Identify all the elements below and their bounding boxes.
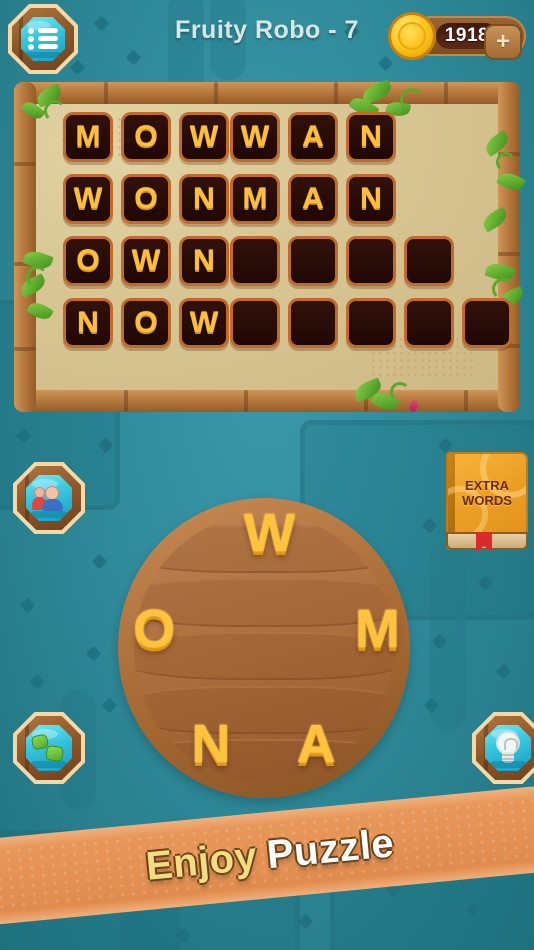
empty-tile (346, 298, 396, 348)
empty-tile (288, 236, 338, 286)
letter-tile: O (121, 298, 171, 348)
letter-tile: N (346, 112, 396, 162)
friends-button-gem (26, 475, 72, 521)
letter-tile: O (63, 236, 113, 286)
tile-letter: M (75, 120, 101, 153)
letter-tile: N (63, 298, 113, 348)
letter-tile: N (346, 174, 396, 224)
tile-letter: W (189, 120, 219, 153)
wheel-letter[interactable]: O (133, 602, 175, 656)
tile-letter: W (73, 182, 103, 215)
friends-icon (32, 485, 66, 511)
word-board: MOWWANWONMANOWNNOW (14, 79, 526, 415)
letter-tile: W (121, 236, 171, 286)
empty-tile (230, 298, 280, 348)
wheel-letter[interactable]: A (297, 717, 336, 771)
empty-tile (346, 236, 396, 286)
lightbulb-icon (493, 731, 523, 765)
letter-tile: N (179, 174, 229, 224)
tile-letter: O (134, 306, 158, 339)
tile-letter: N (360, 182, 382, 215)
empty-tile (404, 298, 454, 348)
letter-tile: W (179, 112, 229, 162)
letter-tile: N (179, 236, 229, 286)
letter-tile: O (121, 112, 171, 162)
tile-letter: N (193, 182, 215, 215)
add-coins-button[interactable]: + (484, 24, 522, 60)
letter-tile: A (288, 174, 338, 224)
empty-tile (288, 298, 338, 348)
letter-tile: W (179, 298, 229, 348)
empty-tile (230, 236, 280, 286)
wheel-letter[interactable]: N (191, 717, 230, 771)
tile-letter: A (302, 182, 324, 215)
tile-letter: W (240, 120, 270, 153)
wheel-letter[interactable]: M (355, 602, 400, 656)
empty-tile (462, 298, 512, 348)
tile-letter: W (189, 306, 219, 339)
gems-button-gem (26, 725, 72, 771)
banner-word-2: Puzzle (264, 820, 396, 877)
tile-letter: N (360, 120, 382, 153)
tile-letter: O (134, 120, 158, 153)
tile-letter: O (76, 244, 100, 277)
book-label-line2: WORDS (462, 493, 512, 508)
tile-letter: W (131, 244, 161, 277)
friends-button[interactable] (13, 462, 85, 534)
tile-letter: O (134, 182, 158, 215)
letter-tile: A (288, 112, 338, 162)
hint-button[interactable] (472, 712, 534, 784)
letter-tile: O (121, 174, 171, 224)
book-label-line1: EXTRA (464, 478, 510, 493)
letter-tile: W (63, 174, 113, 224)
coin-counter[interactable]: 1918 + (388, 12, 526, 60)
banner-word-1: Enjoy (143, 833, 260, 889)
hint-button-gem (485, 725, 531, 771)
coin-amount: 1918 (444, 25, 490, 46)
wheel-letter[interactable]: W (244, 506, 295, 560)
tile-letter: M (242, 182, 268, 215)
game-header: Fruity Robo - 7 1918 + (0, 0, 534, 75)
letter-tile: M (230, 174, 280, 224)
letter-wheel[interactable]: W M A N O (118, 498, 410, 798)
extra-words-button[interactable]: EXTRA WORDS (446, 452, 528, 552)
coin-icon (388, 12, 436, 60)
empty-tile (404, 236, 454, 286)
letter-tile: M (63, 112, 113, 162)
tile-letter: N (193, 244, 215, 277)
letter-tile: W (230, 112, 280, 162)
tile-letter: A (302, 120, 324, 153)
letter-tiles-grid: MOWWANWONMANOWNNOW (14, 82, 520, 412)
book-label: EXTRA WORDS (448, 478, 526, 508)
tile-letter: N (77, 306, 99, 339)
gems-icon (30, 733, 66, 763)
gems-button[interactable] (13, 712, 85, 784)
